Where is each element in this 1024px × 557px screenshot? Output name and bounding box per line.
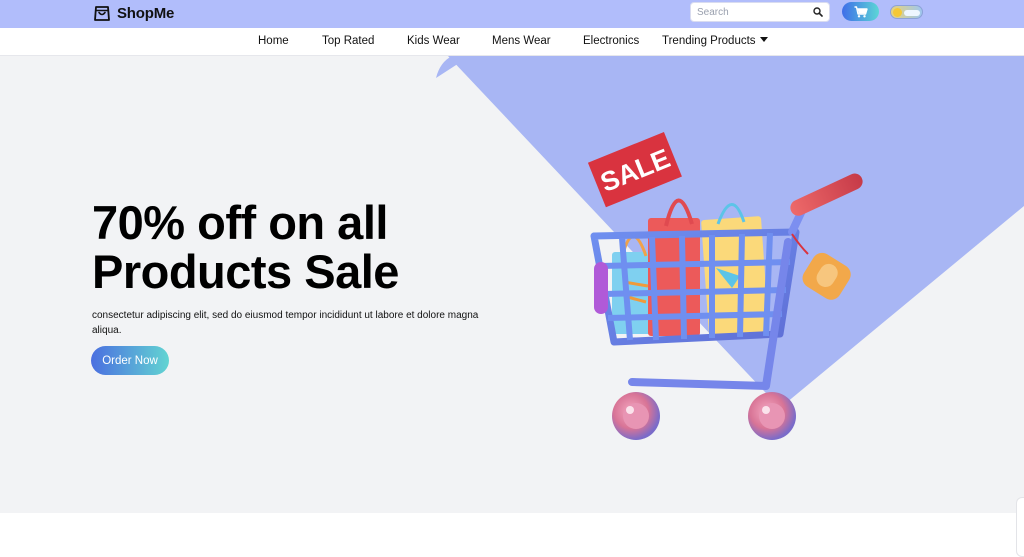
nav-item-trending-label: Trending Products [662, 35, 756, 47]
sale-sign: SALE [587, 132, 682, 208]
nav-item-electronics[interactable]: Electronics [583, 35, 639, 47]
search-box [690, 2, 830, 22]
shopping-bag-icon [94, 6, 110, 21]
cart-icon [854, 5, 868, 17]
nav-item-mens-wear[interactable]: Mens Wear [492, 35, 551, 47]
search-icon[interactable] [813, 7, 823, 17]
nav-item-kids-wear[interactable]: Kids Wear [407, 35, 460, 47]
main-nav: Home Top Rated Kids Wear Mens Wear Elect… [0, 28, 1024, 56]
scroll-widget[interactable] [1016, 497, 1024, 557]
shopping-cart-illustration: SALE [587, 132, 863, 440]
hero-section: 70% off on all Products Sale consectetur… [0, 56, 1024, 513]
nav-item-trending-products[interactable]: Trending Products [662, 35, 768, 47]
top-bar: ShopMe [0, 0, 1024, 28]
theme-toggle[interactable] [890, 5, 923, 19]
cart-button[interactable] [842, 2, 879, 21]
caret-down-icon [759, 37, 768, 42]
nav-item-top-rated[interactable]: Top Rated [322, 35, 374, 47]
sun-icon [893, 8, 902, 17]
brand-logo[interactable]: ShopMe [92, 2, 174, 24]
brand-name: ShopMe [117, 4, 175, 22]
nav-item-home[interactable]: Home [258, 35, 289, 47]
search-input[interactable] [691, 3, 806, 21]
cloud-icon [904, 10, 920, 16]
